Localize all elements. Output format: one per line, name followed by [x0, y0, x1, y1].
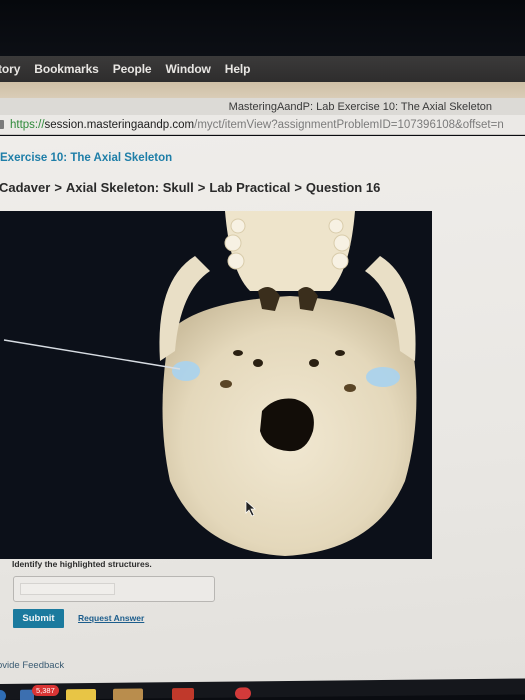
window-title: MasteringAandP: Lab Exercise 10: The Axi…	[228, 100, 492, 113]
menu-bookmarks[interactable]: Bookmarks	[34, 62, 99, 76]
foramen-magnum	[260, 398, 314, 452]
breadcrumb-item[interactable]: Lab Practical	[209, 180, 290, 195]
breadcrumb-item-current: Question 16	[305, 180, 381, 195]
breadcrumb-item[interactable]: Cadaver	[0, 180, 50, 195]
menu-help[interactable]: Help	[225, 62, 251, 76]
mail-badge-count: 5,387	[32, 685, 59, 696]
breadcrumb-separator: >	[54, 180, 62, 195]
request-answer-link[interactable]: Request Answer	[78, 613, 144, 623]
monitor-bezel	[0, 0, 525, 56]
submit-button[interactable]: Submit	[13, 609, 64, 628]
answer-container	[13, 576, 215, 602]
address-bar[interactable]: https://session.masteringaandp.com/myct/…	[0, 115, 525, 135]
breadcrumb: Cadaver > Axial Skeleton: Skull > Lab Practi…	[0, 180, 380, 195]
desktop-wallpaper-strip	[0, 82, 525, 98]
answer-input[interactable]	[20, 583, 115, 595]
page-content: Exercise 10: The Axial Skeleton Cadaver >…	[0, 136, 525, 686]
skull-image	[0, 211, 432, 559]
breadcrumb-separator: >	[197, 180, 206, 195]
menu-window[interactable]: Window	[166, 62, 211, 76]
mac-menubar: tory Bookmarks People Window Help	[0, 56, 525, 82]
provide-feedback-link[interactable]: ovide Feedback	[0, 660, 64, 671]
dock-notes-icon[interactable]	[66, 688, 96, 700]
skull-figure	[0, 211, 432, 559]
url-path: /myct/itemView?assignmentProblemID=10739…	[194, 118, 504, 131]
dock-app-icon[interactable]	[235, 687, 251, 700]
breadcrumb-item[interactable]: Axial Skeleton: Skull	[66, 180, 194, 195]
dock-app-icon[interactable]	[172, 687, 194, 700]
dock-folder-icon[interactable]	[113, 688, 143, 700]
question-prompt: Identify the highlighted structures.	[12, 559, 152, 569]
menu-history[interactable]: tory	[0, 62, 20, 76]
dock-app-icon[interactable]	[0, 689, 6, 700]
highlight-left	[172, 361, 200, 381]
url-protocol: https://	[10, 118, 45, 131]
breadcrumb-separator: >	[294, 180, 302, 195]
url-host: session.masteringaandp.com	[44, 118, 195, 131]
browser-titlebar: MasteringAandP: Lab Exercise 10: The Axi…	[0, 98, 525, 115]
screen: tory Bookmarks People Window Help Master…	[0, 0, 525, 700]
lock-icon	[0, 120, 4, 129]
exercise-title[interactable]: Exercise 10: The Axial Skeleton	[0, 152, 172, 164]
highlight-right	[366, 367, 400, 387]
menu-people[interactable]: People	[113, 62, 152, 76]
